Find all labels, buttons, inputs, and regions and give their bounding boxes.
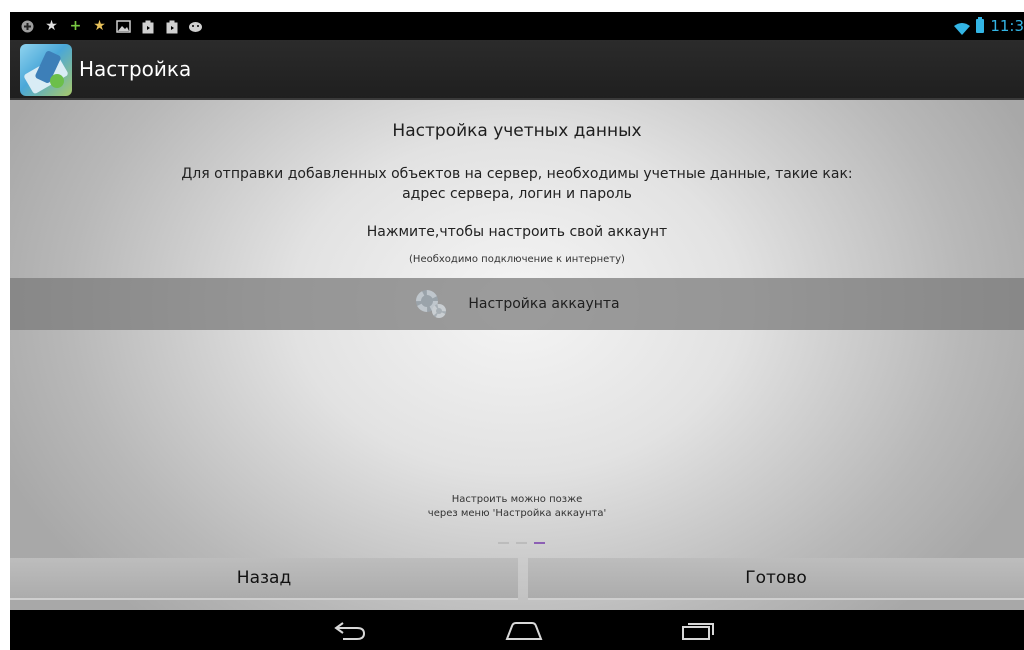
status-bar: ★ + ★ 11:3: [10, 12, 1024, 40]
back-button[interactable]: Назад: [10, 558, 518, 600]
setup-content: Настройка учетных данных Для отправки до…: [10, 100, 1024, 610]
page-indicator-dot: [516, 542, 527, 544]
recent-apps-icon[interactable]: [676, 618, 720, 642]
play-store-icon: [164, 19, 179, 34]
page-indicator-dot: [498, 542, 509, 544]
account-setup-label: Настройка аккаунта: [468, 296, 620, 312]
later-hint-line1: Настроить можно позже: [451, 494, 583, 505]
wifi-icon: [954, 20, 971, 35]
description-text: Для отправки добавленных объектов на сер…: [181, 166, 853, 202]
page-indicator: [498, 542, 545, 544]
app-title: Настройка: [79, 57, 192, 81]
page-indicator-dot-active: [534, 542, 545, 544]
status-indicators: 11:3: [954, 16, 1024, 36]
device-screen: ★ + ★ 11:3 Настройка Настройка учетных д…: [10, 12, 1024, 650]
page-heading: Настройка учетных данных: [392, 121, 642, 141]
done-button[interactable]: Готово: [528, 558, 1024, 600]
android-icon: [188, 19, 203, 34]
notification-icons: ★ + ★: [20, 16, 203, 36]
star-icon: ★: [93, 17, 106, 34]
account-setup-button[interactable]: Настройка аккаунта: [10, 278, 1024, 330]
later-hint: Настроить можно позже через меню 'Настро…: [10, 493, 1024, 521]
star-icon: ★: [45, 17, 58, 34]
gear-icon: [414, 288, 450, 320]
instruction-text: Нажмите,чтобы настроить свой аккаунт: [366, 224, 668, 240]
home-icon[interactable]: [502, 618, 546, 642]
image-icon: [116, 19, 131, 34]
action-bar: Настройка: [10, 40, 1024, 100]
battery-icon: [976, 17, 985, 33]
notification-icon: [20, 19, 35, 34]
plus-icon: +: [69, 17, 82, 34]
later-hint-line2: через меню 'Настройка аккаунта': [427, 508, 607, 519]
navigation-bar: [10, 610, 1024, 650]
internet-note: (Необходимо подключение к интернету): [409, 254, 625, 265]
play-store-icon: [140, 19, 155, 34]
bottom-buttons: Назад Готово: [10, 558, 1024, 604]
app-icon[interactable]: [20, 44, 72, 96]
back-icon[interactable]: [328, 618, 372, 642]
clock: 11:3: [990, 17, 1024, 35]
